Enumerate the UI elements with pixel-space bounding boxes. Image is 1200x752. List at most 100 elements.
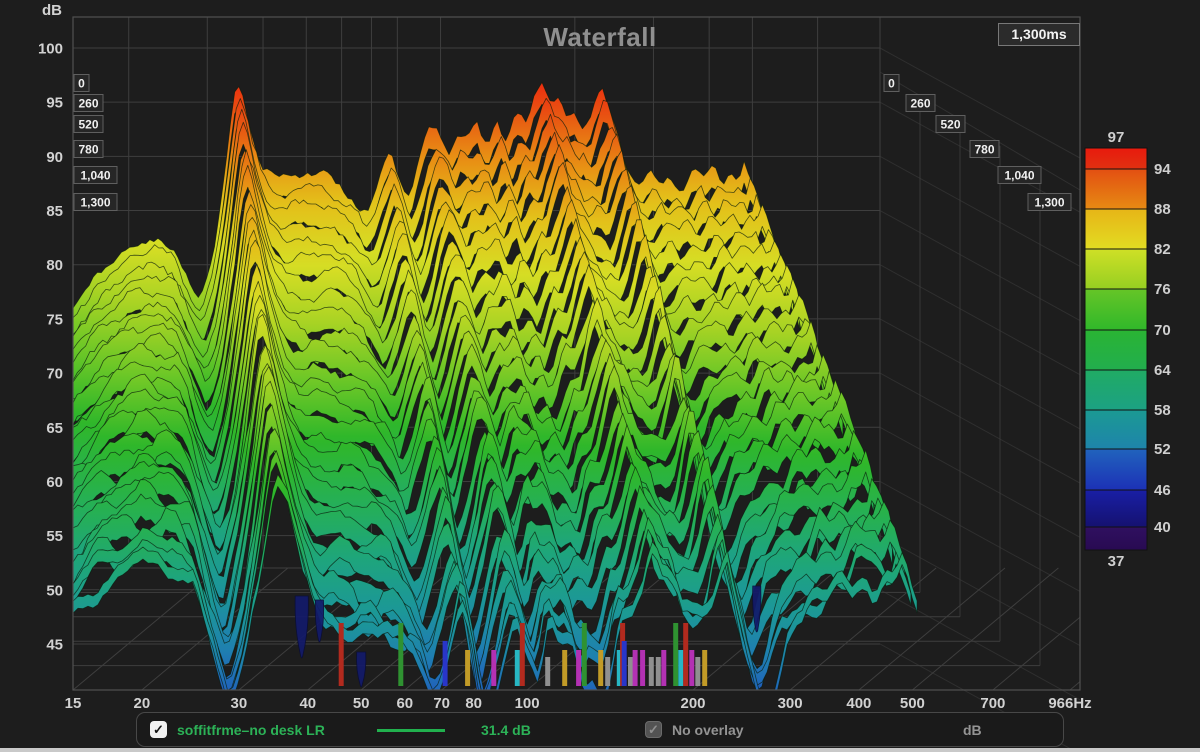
mode-marker [678, 650, 683, 686]
y-tick-label: 100 [38, 41, 63, 58]
time-tick-value: 260 [910, 97, 930, 111]
time-tick-value: 0 [78, 77, 85, 91]
y-tick-label: 80 [46, 257, 63, 274]
y-tick-label: 50 [46, 582, 63, 599]
mode-marker [649, 657, 654, 686]
mode-marker [562, 650, 567, 686]
colorbar-label: 88 [1154, 201, 1171, 218]
time-tick-value: 520 [940, 118, 960, 132]
x-tick-label: 300 [778, 695, 803, 712]
colorbar-segment [1085, 370, 1147, 410]
checkmark-icon: ✓ [150, 721, 167, 738]
colorbar-segment [1085, 209, 1147, 249]
trace-checkbox[interactable]: ✓ [150, 721, 167, 738]
mode-marker [465, 650, 470, 686]
mode-marker [576, 650, 581, 686]
time-tick-value: 1,040 [80, 169, 110, 183]
colorbar-label: 46 [1154, 482, 1171, 499]
x-tick-label: 60 [396, 695, 413, 712]
colorbar-label: 94 [1154, 161, 1171, 178]
bottom-strip [0, 748, 1200, 752]
mode-marker [695, 657, 700, 686]
mode-marker [673, 623, 678, 686]
mode-marker [656, 657, 661, 686]
x-tick-label: 50 [353, 695, 370, 712]
y-tick-label: 60 [46, 474, 63, 491]
colorbar-label: 70 [1154, 322, 1171, 339]
time-tick-value: 780 [974, 143, 994, 157]
colorbar-segment [1085, 330, 1147, 370]
colorbar-label: 58 [1154, 402, 1171, 419]
colorbar-label: 82 [1154, 241, 1171, 258]
trace-color-swatch [377, 729, 445, 732]
waterfall-chart[interactable]: 1009590858075706560555045152030405060708… [0, 0, 1200, 752]
colorbar-segment [1085, 410, 1147, 449]
y-axis-unit-label: dB [42, 2, 62, 19]
y-tick-label: 95 [46, 95, 63, 112]
colorbar-segment [1085, 289, 1147, 330]
colorbar-label: 76 [1154, 281, 1171, 298]
y-tick-label: 75 [46, 311, 63, 328]
colorbar-label: 40 [1154, 519, 1171, 536]
y-tick-label: 85 [46, 203, 63, 220]
mode-marker [491, 650, 496, 686]
time-tick-value: 1,300 [80, 196, 110, 210]
time-tick-value: 520 [78, 118, 98, 132]
x-tick-label: 70 [433, 695, 450, 712]
colorbar-label: 97 [1108, 129, 1125, 146]
colorbar-segment [1085, 169, 1147, 209]
mode-marker [628, 657, 633, 686]
x-tick-label: 400 [846, 695, 871, 712]
x-tick-label: 15 [65, 695, 82, 712]
legend-unit-label: dB [963, 722, 982, 738]
y-tick-label: 55 [46, 528, 63, 545]
mode-marker [515, 650, 520, 686]
colorbar-label: 37 [1108, 553, 1125, 570]
time-tick-value: 0 [888, 77, 895, 91]
x-tick-label: 20 [134, 695, 151, 712]
y-tick-label: 45 [46, 636, 63, 653]
mode-marker [545, 657, 550, 686]
waterfall-window: 1009590858075706560555045152030405060708… [0, 0, 1200, 752]
y-tick-label: 70 [46, 366, 63, 383]
colorbar-segment [1085, 148, 1147, 169]
mode-marker [633, 650, 638, 686]
mode-marker [640, 650, 645, 686]
trace-label[interactable]: soffitfrme–no desk LR [177, 722, 325, 738]
mode-marker [702, 650, 707, 686]
x-tick-label: 700 [980, 695, 1005, 712]
mode-marker [339, 623, 344, 686]
mode-marker [443, 641, 448, 686]
x-tick-label: 80 [465, 695, 482, 712]
mode-marker [661, 650, 666, 686]
y-tick-label: 65 [46, 420, 63, 437]
y-tick-label: 90 [46, 149, 63, 166]
mode-marker [683, 623, 688, 686]
colorbar-label: 64 [1154, 362, 1171, 379]
checkmark-icon: ✓ [646, 722, 661, 737]
x-tick-label: 200 [680, 695, 705, 712]
mode-marker [398, 623, 403, 686]
x-tick-label: 966Hz [1048, 695, 1091, 712]
mode-marker [605, 657, 610, 686]
legend-bar: ✓ soffitfrme–no desk LR 31.4 dB ✓ No ove… [136, 712, 1064, 747]
trace-level-value: 31.4 dB [481, 722, 531, 738]
time-tick-value: 1,040 [1004, 169, 1034, 183]
time-window-badge[interactable]: 1,300ms [998, 23, 1080, 46]
colorbar-label: 52 [1154, 441, 1171, 458]
overlay-label[interactable]: No overlay [672, 722, 744, 738]
time-tick-value: 1,300 [1034, 196, 1064, 210]
time-tick-value: 780 [78, 143, 98, 157]
colorbar-segment [1085, 249, 1147, 289]
colorbar-segment [1085, 490, 1147, 527]
mode-marker [582, 623, 587, 686]
chart-title: Waterfall [430, 22, 770, 53]
colorbar-segment [1085, 449, 1147, 490]
mode-marker [598, 650, 603, 686]
x-tick-label: 100 [515, 695, 540, 712]
waterfall-surface [73, 82, 917, 729]
mode-marker [520, 623, 525, 686]
x-tick-label: 500 [900, 695, 925, 712]
mode-marker [689, 650, 694, 686]
overlay-checkbox[interactable]: ✓ [645, 721, 662, 738]
